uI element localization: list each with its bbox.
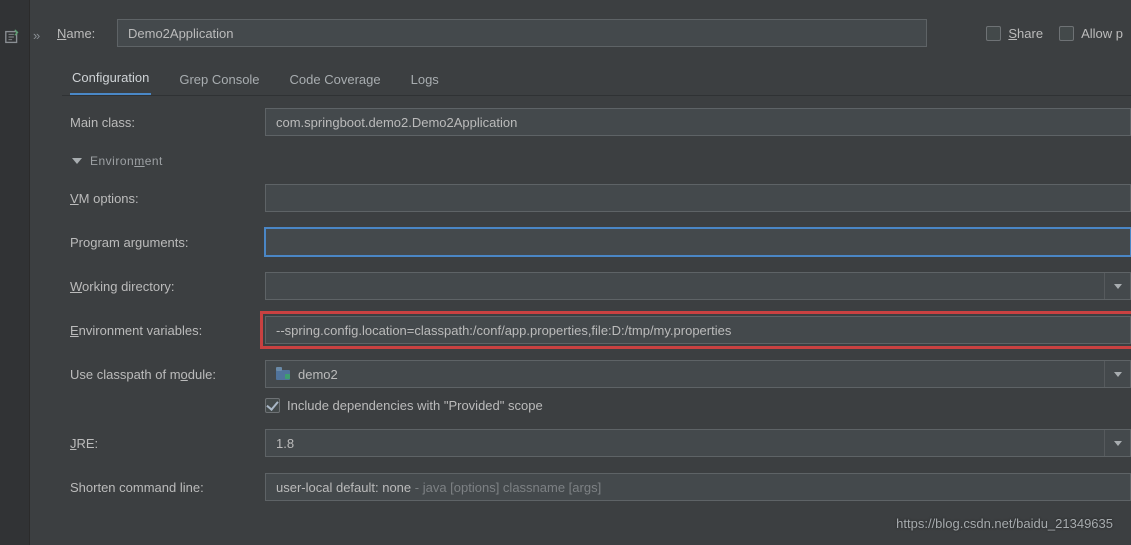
name-label: Name:: [57, 26, 107, 41]
working-directory-label: Working directory:: [70, 279, 265, 294]
environment-variables-label: Environment variables:: [70, 323, 265, 338]
name-row: Name: Share Allow p: [57, 17, 1123, 49]
working-directory-input[interactable]: [265, 272, 1131, 300]
name-input[interactable]: [117, 19, 927, 47]
tab-configuration[interactable]: Configuration: [70, 64, 151, 95]
program-arguments-label: Program arguments:: [70, 235, 265, 250]
program-arguments-input[interactable]: [265, 228, 1131, 256]
tab-logs[interactable]: Logs: [409, 66, 441, 95]
breadcrumb-overflow-icon[interactable]: »: [33, 28, 40, 43]
module-classpath-select[interactable]: demo2: [265, 360, 1131, 388]
toolbar-icon[interactable]: [4, 28, 24, 48]
module-icon: [276, 368, 290, 380]
environment-variables-input[interactable]: --spring.config.location=classpath:/conf…: [265, 316, 1131, 344]
shorten-command-line-label: Shorten command line:: [70, 480, 265, 495]
left-gutter: [0, 0, 30, 545]
tab-grep-console[interactable]: Grep Console: [177, 66, 261, 95]
jre-select[interactable]: 1.8: [265, 429, 1131, 457]
vm-options-input[interactable]: [265, 184, 1131, 212]
vm-options-label: VM options:: [70, 191, 265, 206]
chevron-down-icon[interactable]: [1104, 273, 1130, 299]
chevron-down-icon[interactable]: [1104, 430, 1130, 456]
checkbox-icon: [1059, 26, 1074, 41]
tab-code-coverage[interactable]: Code Coverage: [288, 66, 383, 95]
chevron-down-icon[interactable]: [1104, 361, 1130, 387]
main-class-label: Main class:: [70, 115, 265, 130]
environment-section-header[interactable]: Environment: [70, 152, 1131, 168]
shorten-command-line-select[interactable]: user-local default: none - java [options…: [265, 473, 1131, 501]
allow-checkbox[interactable]: Allow p: [1059, 26, 1123, 41]
jre-label: JRE:: [70, 436, 265, 451]
tabs: Configuration Grep Console Code Coverage…: [62, 62, 1131, 96]
checkbox-checked-icon: [265, 398, 280, 413]
share-checkbox[interactable]: Share: [986, 26, 1043, 41]
watermark-text: https://blog.csdn.net/baidu_21349635: [896, 516, 1113, 531]
chevron-down-icon: [72, 158, 82, 164]
checkbox-icon: [986, 26, 1001, 41]
module-classpath-label: Use classpath of module:: [70, 367, 265, 382]
main-class-input[interactable]: com.springboot.demo2.Demo2Application: [265, 108, 1131, 136]
include-provided-checkbox[interactable]: Include dependencies with "Provided" sco…: [265, 398, 543, 413]
config-form: Main class: com.springboot.demo2.Demo2Ap…: [70, 108, 1131, 501]
